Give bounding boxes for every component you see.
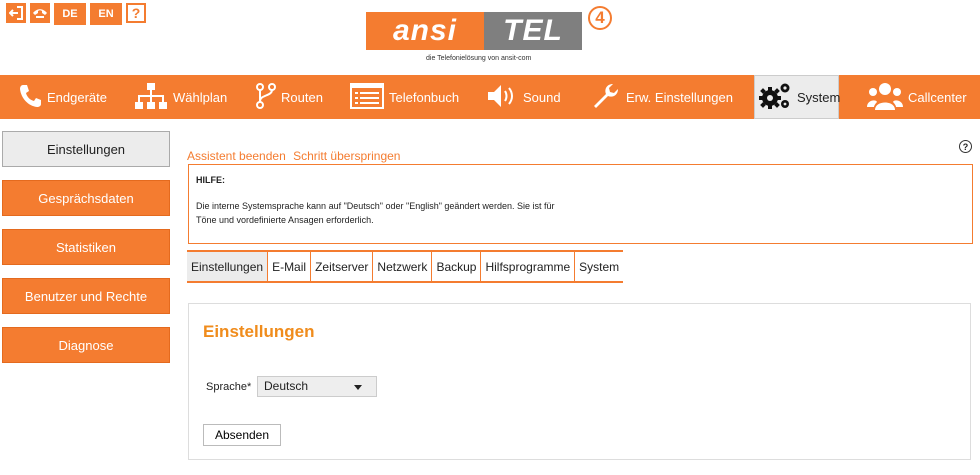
assistant-links: Assistent beenden Schritt überspringen [187,149,404,163]
help-box: HILFE: Die interne Systemsprache kann au… [188,164,973,244]
phone-hangup-icon[interactable] [30,3,50,23]
nav-item-erw-einstellungen[interactable]: Erw. Einstellungen [591,75,733,119]
submit-button[interactable]: Absenden [203,424,281,446]
nav-item-label: Wählplan [173,89,228,105]
caret-down-icon [354,385,362,390]
tab-system[interactable]: System [575,252,623,281]
nav-item-endgeraete[interactable]: Endgeräte [18,75,107,119]
nav-item-sound[interactable]: Sound [486,75,561,119]
tab-email[interactable]: E-Mail [268,252,312,281]
panel-title: Einstellungen [203,322,315,341]
app-logo: ansi TEL 4 die Telefonielösung von ansit… [366,6,616,66]
nav-item-label: Erw. Einstellungen [626,89,733,105]
lang-de-button[interactable]: DE [54,3,86,25]
settings-panel: Einstellungen Sprache* Deutsch Absenden [188,303,971,460]
sidebar-item-einstellungen[interactable]: Einstellungen [2,131,170,167]
main-nav: Endgeräte Wählplan Routen Telefonbuch So… [0,75,980,119]
language-select[interactable]: Deutsch [257,376,377,397]
sidebar-item-diagnose[interactable]: Diagnose [2,327,170,363]
help-title: HILFE: [196,175,225,185]
nav-item-label: Sound [523,89,561,105]
tab-zeitserver[interactable]: Zeitserver [311,252,374,281]
help-question-icon[interactable]: ? [959,140,972,153]
settings-tabs: Einstellungen E-Mail Zeitserver Netzwerk… [187,250,624,283]
help-text-line2: Töne und vordefinierte Ansagen erforderl… [196,215,374,225]
lang-en-button[interactable]: EN [90,3,122,25]
logout-icon[interactable] [6,3,26,23]
nav-item-routen[interactable]: Routen [256,75,323,119]
top-icon-bar: DE EN ? [6,3,146,25]
phone-icon [18,83,47,112]
logo-left-text: ansi [366,12,484,50]
sidebar-item-gespraechsdaten[interactable]: Gesprächsdaten [2,180,170,216]
help-text-line1: Die interne Systemsprache kann auf "Deut… [196,201,555,211]
help-button[interactable]: ? [126,3,146,23]
nav-item-label: Telefonbuch [389,89,460,105]
logo-right-text: TEL [484,12,582,50]
assistant-end-link[interactable]: Assistent beenden [187,149,286,163]
tab-backup[interactable]: Backup [432,252,482,281]
logo-tagline: die Telefonielösung von ansit-com [426,55,532,62]
tab-hilfsprogramme[interactable]: Hilfsprogramme [481,252,576,281]
nav-item-telefonbuch[interactable]: Telefonbuch [350,75,459,119]
nav-item-waehlplan[interactable]: Wählplan [134,75,227,119]
nav-item-callcenter[interactable]: Callcenter [867,75,967,119]
logo-version-badge: 4 [588,6,612,30]
speaker-icon [486,82,523,113]
users-icon [867,81,908,114]
tab-einstellungen[interactable]: Einstellungen [187,252,269,281]
assistant-skip-link[interactable]: Schritt überspringen [293,149,400,163]
nav-item-system[interactable]: System [754,75,841,119]
nav-item-label: System [797,89,841,105]
wrench-icon [591,81,626,114]
tab-netzwerk[interactable]: Netzwerk [373,252,433,281]
route-icon [256,82,281,113]
sitemap-icon [134,82,173,113]
sidebar-item-statistiken[interactable]: Statistiken [2,229,170,265]
list-icon [350,82,389,113]
nav-item-label: Endgeräte [47,89,107,105]
sidebar-item-benutzer-und-rechte[interactable]: Benutzer und Rechte [2,278,170,314]
gears-icon [758,81,797,114]
nav-item-label: Routen [281,89,323,105]
language-select-value: Deutsch [264,379,309,393]
nav-item-label: Callcenter [908,89,967,105]
language-label: Sprache* [206,381,252,393]
